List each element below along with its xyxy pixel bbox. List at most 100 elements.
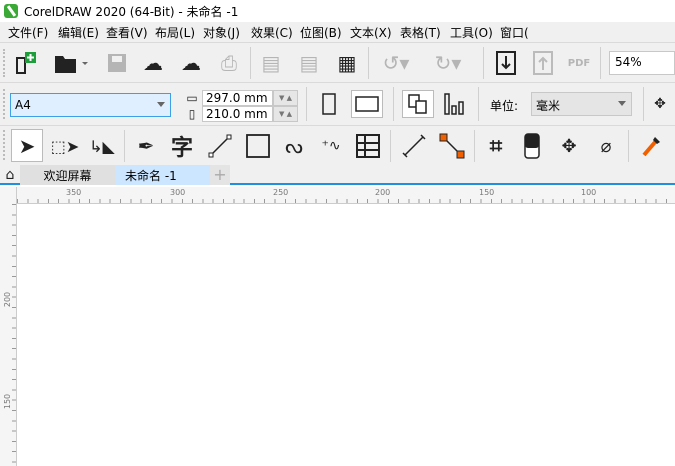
menu-edit[interactable]: 编辑(E) [58, 24, 99, 41]
paste-button[interactable]: ▦ [334, 49, 360, 77]
export-button[interactable] [530, 49, 556, 77]
units-label: 单位: [490, 99, 519, 113]
separator [483, 47, 484, 79]
transform-tool[interactable]: ✥ [554, 130, 584, 162]
chevron-down-icon [618, 101, 626, 110]
page-height-spinner[interactable]: ▼ ▲ [273, 106, 298, 122]
text-tool[interactable]: 字 [166, 130, 198, 162]
toolbar-grip[interactable] [3, 49, 5, 77]
blend-tool[interactable]: ⌀ [590, 130, 622, 162]
new-document-button[interactable] [12, 49, 40, 77]
table-tool[interactable] [354, 130, 382, 162]
ruler-label: 150 [479, 188, 495, 197]
tab-welcome-screen[interactable]: 欢迎屏幕 [20, 165, 115, 185]
menu-effects[interactable]: 效果(C) [251, 24, 293, 41]
horizontal-ruler[interactable]: ⇱ 350 300 250 200 150 100 [0, 187, 675, 204]
cloud-download-icon: ☁ [143, 51, 163, 75]
line-tool[interactable] [204, 130, 236, 162]
eraser-tool[interactable] [518, 130, 546, 162]
new-tab-button[interactable]: + [210, 165, 230, 185]
table-icon [356, 134, 380, 158]
paste-icon: ▦ [337, 51, 357, 75]
current-page-button[interactable] [440, 90, 468, 118]
plus-icon: + [213, 165, 227, 184]
rectangle-tool[interactable] [242, 130, 274, 162]
connector-tool[interactable] [436, 130, 468, 162]
undo-button[interactable]: ↺▾ [376, 49, 416, 77]
menu-window[interactable]: 窗口( [500, 24, 529, 41]
page-width-input[interactable]: 297.0 mm [202, 90, 273, 106]
vertical-ruler[interactable]: 200 150 [0, 187, 17, 466]
drawing-canvas[interactable] [18, 205, 675, 466]
separator [250, 47, 251, 79]
tab-untitled-1[interactable]: 未命名 -1 [115, 165, 210, 185]
menu-tools[interactable]: 工具(O) [450, 24, 493, 41]
cut-button[interactable]: ▤ [258, 49, 284, 77]
lasso-pointer-icon: ⬚➤ [50, 136, 80, 156]
separator [393, 87, 394, 121]
menu-text[interactable]: 文本(X) [350, 24, 392, 41]
pen-nib-icon: ✒ [137, 134, 155, 158]
open-button[interactable] [50, 49, 90, 77]
publish-pdf-button[interactable]: PDF [566, 49, 592, 77]
separator [124, 130, 125, 162]
menu-object[interactable]: 对象(J) [203, 24, 240, 41]
title-bar: CorelDRAW 2020 (64-Bit) - 未命名 -1 [0, 0, 675, 22]
portrait-icon [322, 93, 336, 115]
menu-table[interactable]: 表格(T) [400, 24, 441, 41]
property-bar: A4 ▭ ▯ 297.0 mm ▼ ▲ 210.0 mm ▼ ▲ 单位: 毫米 … [0, 82, 675, 125]
separator [600, 47, 601, 79]
redo-button[interactable]: ↻▾ [428, 49, 468, 77]
eyedropper-tool[interactable] [636, 130, 668, 162]
rectangle-icon [246, 134, 270, 158]
separator [643, 87, 644, 121]
page-size-select[interactable]: A4 [10, 93, 171, 117]
units-select[interactable]: 毫米 [531, 92, 632, 116]
shape-tool[interactable]: ↳◣ [88, 130, 116, 162]
menu-bitmaps[interactable]: 位图(B) [300, 24, 342, 41]
toolbar-grip[interactable] [3, 130, 5, 160]
menu-layout[interactable]: 布局(L) [155, 24, 195, 41]
shape-edit-icon: ↳◣ [89, 136, 115, 156]
connector-icon [439, 133, 465, 159]
smart-drawing-tool[interactable]: ⁺∿ [316, 130, 346, 162]
landscape-button[interactable] [351, 90, 383, 118]
save-button[interactable] [104, 49, 130, 77]
page-size-value: A4 [15, 98, 31, 112]
undo-icon: ↺▾ [382, 51, 410, 75]
menu-file[interactable]: 文件(F) [8, 24, 48, 41]
menu-view[interactable]: 查看(V) [106, 24, 148, 41]
landscape-icon [355, 96, 379, 112]
page-height-input[interactable]: 210.0 mm [202, 106, 273, 122]
page-width-spinner[interactable]: ▼ ▲ [273, 90, 298, 106]
cloud-upload-icon: ☁ [181, 51, 201, 75]
artistic-media-tool[interactable]: ᔓ [280, 130, 308, 162]
print-button[interactable]: ⎙ [216, 49, 242, 77]
page-height-icon: ▯ [188, 107, 196, 121]
eyedropper-icon [642, 137, 660, 157]
dimension-tool[interactable] [398, 130, 430, 162]
new-document-icon [16, 52, 36, 74]
ruler-label: 200 [3, 291, 13, 308]
dimension-icon [402, 134, 426, 158]
separator [478, 87, 479, 121]
pen-tool[interactable]: ✒ [132, 130, 160, 162]
ruler-label: 300 [170, 188, 186, 197]
home-icon[interactable]: ⌂ [0, 165, 20, 185]
crop-tool[interactable]: ⌗ [480, 130, 512, 162]
nudge-distance-button[interactable]: ✥ [650, 91, 670, 117]
cloud-export-button[interactable]: ☁ [178, 49, 204, 77]
all-pages-icon [408, 94, 427, 114]
zoom-level-input[interactable]: 54% [609, 51, 675, 75]
pick-tool[interactable]: ➤ [11, 129, 43, 162]
open-folder-icon [55, 56, 88, 73]
freehand-pick-tool[interactable]: ⬚➤ [50, 130, 80, 162]
export-icon [533, 51, 553, 75]
import-button[interactable] [493, 49, 519, 77]
cloud-import-button[interactable]: ☁ [140, 49, 166, 77]
all-pages-button[interactable] [402, 90, 434, 118]
line-icon [208, 134, 232, 158]
portrait-button[interactable] [316, 90, 342, 118]
toolbar-grip[interactable] [3, 89, 5, 119]
copy-button[interactable]: ▤ [296, 49, 322, 77]
